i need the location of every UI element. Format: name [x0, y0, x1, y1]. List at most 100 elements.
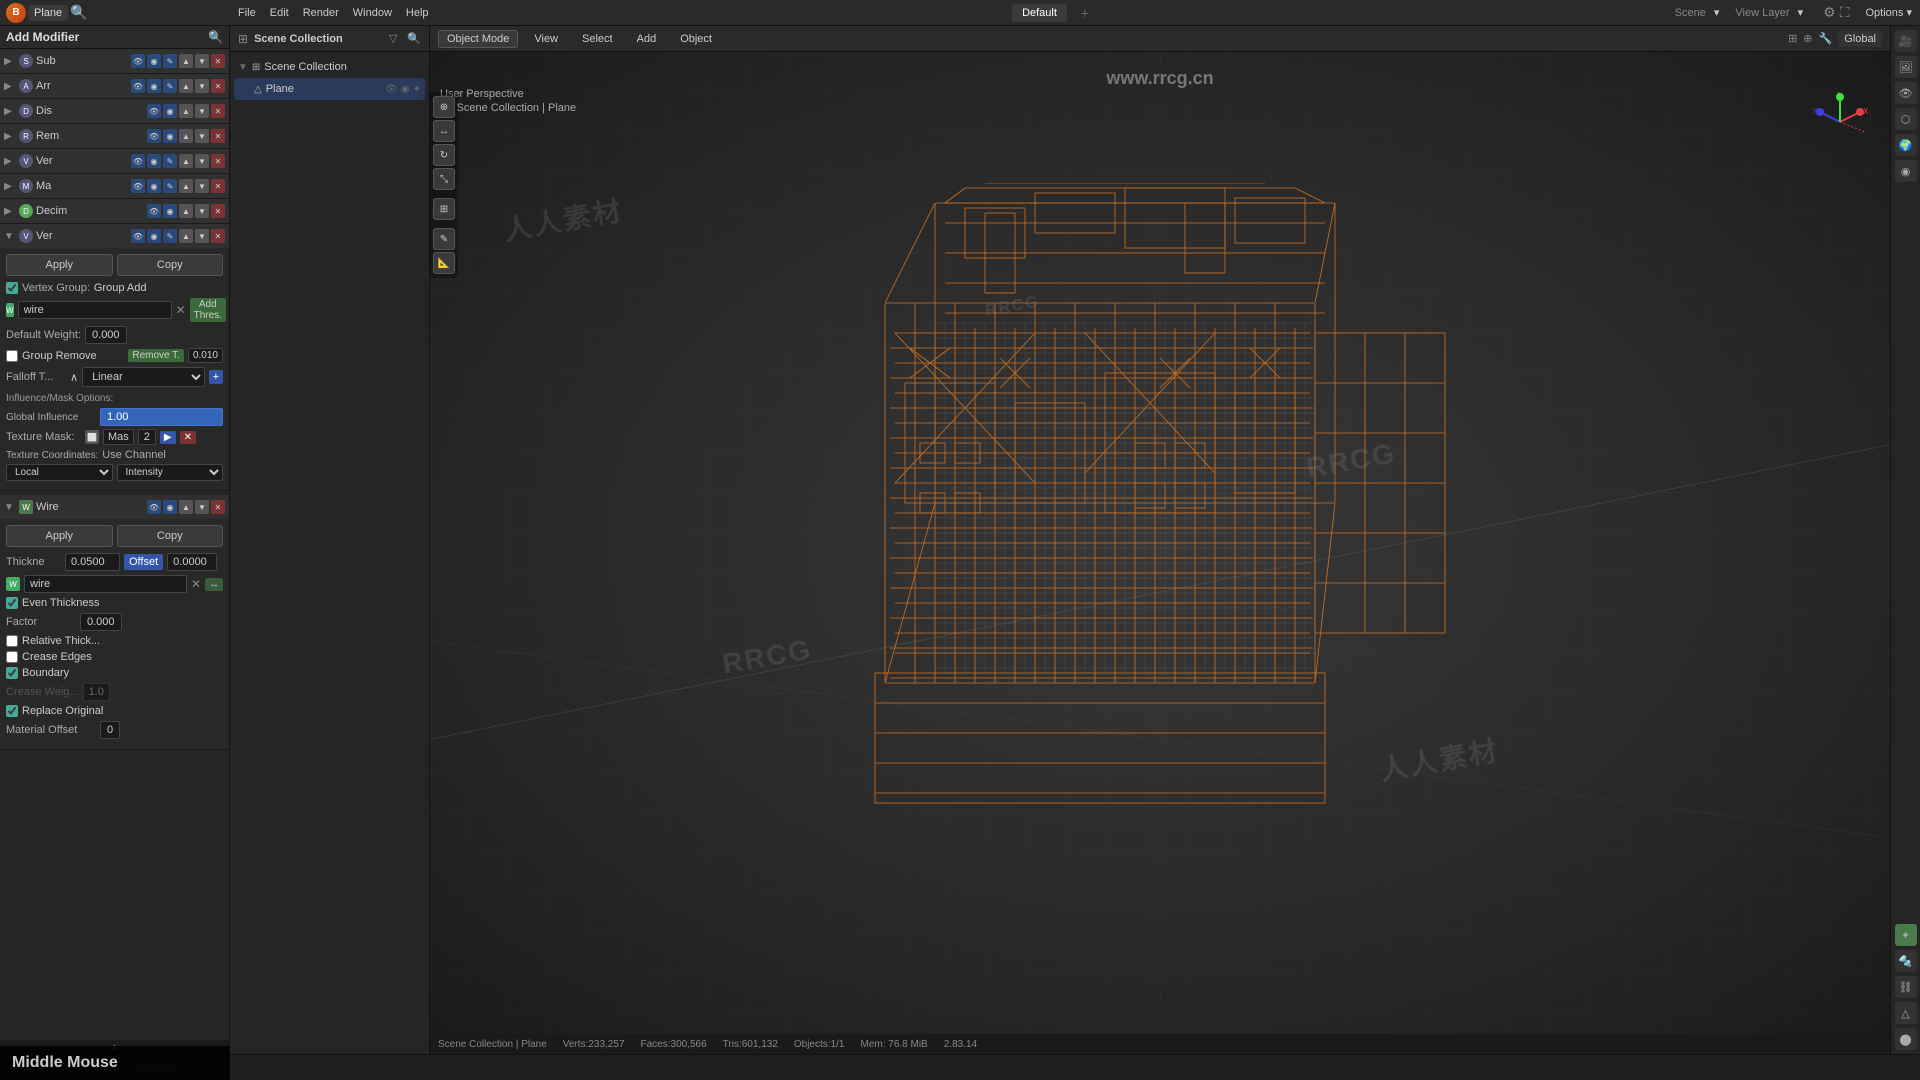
modifier-decim-render-btn[interactable]: ◉ [163, 204, 177, 218]
offset-value[interactable]: 0.0000 [167, 553, 217, 571]
viewport[interactable]: Object Mode View Select Add Object ⊞ ⊕ 🔧… [430, 26, 1890, 1054]
modifier-wire-del-btn[interactable]: ✕ [211, 500, 225, 514]
rpanel-world-btn[interactable]: 🌍 [1895, 134, 1917, 156]
modifier-rem-del-btn[interactable]: ✕ [211, 129, 225, 143]
viewport-overlay-icon[interactable]: ⊞ [1788, 32, 1797, 45]
rpanel-render-btn[interactable]: 🎥 [1895, 30, 1917, 52]
modifier-ma-del-btn[interactable]: ✕ [211, 179, 225, 193]
object-mode-btn[interactable]: Object Mode [438, 30, 518, 48]
plane-vis-icon[interactable]: 👁 [385, 84, 398, 95]
rpanel-constraints-btn[interactable]: ⛓ [1895, 976, 1917, 998]
menu-help[interactable]: Help [406, 7, 429, 19]
default-weight-value[interactable]: 0.000 [85, 326, 127, 344]
workspace-tab-default[interactable]: Default [1012, 4, 1067, 22]
modifier-ver1-up-btn[interactable]: ▲ [179, 154, 193, 168]
add-menu-btn[interactable]: Add [629, 31, 665, 47]
modifier-dis-del-btn[interactable]: ✕ [211, 104, 225, 118]
wire-remove-btn2[interactable]: ✕ [191, 577, 201, 591]
factor-value[interactable]: 0.000 [80, 613, 122, 631]
modifier-dis-render-btn[interactable]: ◉ [163, 104, 177, 118]
modifier-rem-down-btn[interactable]: ▼ [195, 129, 209, 143]
plane-camera-icon[interactable]: ◉ [401, 84, 410, 95]
menu-edit[interactable]: Edit [270, 7, 289, 19]
tex-local-select[interactable]: Local [6, 464, 113, 481]
scene-browser-filter-icon[interactable]: ▽ [389, 32, 397, 45]
falloff-extra-btn[interactable]: + [209, 370, 223, 384]
modifier-wire-up-btn[interactable]: ▲ [179, 500, 193, 514]
modifier-sub-header[interactable]: ▶ S Sub 👁 ◉ ✎ ▲ ▼ ✕ [0, 49, 229, 73]
rpanel-particles-btn[interactable]: ✦ [1895, 924, 1917, 946]
falloff-type-select[interactable]: Linear [82, 367, 205, 387]
material-offset-value[interactable]: 0 [100, 721, 120, 739]
rpanel-material-btn[interactable]: ⬤ [1895, 1028, 1917, 1050]
modifier-ma-up-btn[interactable]: ▲ [179, 179, 193, 193]
modifier-dis-header[interactable]: ▶ D Dis 👁 ◉ ▲ ▼ ✕ [0, 99, 229, 123]
rpanel-view-btn[interactable]: 👁 [1895, 82, 1917, 104]
texture-mask-clear-btn[interactable]: ✕ [180, 431, 196, 444]
modifier-ver2-header[interactable]: ▼ V Ver 👁 ◉ ✎ ▲ ▼ ✕ [0, 224, 229, 248]
viewport-gizmo-icon[interactable]: ⊕ [1803, 32, 1812, 45]
object-name-display[interactable]: Plane [28, 5, 68, 21]
modifier-sub-down-btn[interactable]: ▼ [195, 54, 209, 68]
modifier-wire-down-btn[interactable]: ▼ [195, 500, 209, 514]
menu-render[interactable]: Render [303, 7, 339, 19]
modifier-ver1-render-btn[interactable]: ◉ [147, 154, 161, 168]
viewport-snap-icon[interactable]: 🔧 [1819, 32, 1833, 45]
modifier-ver1-vis-btn[interactable]: 👁 [131, 154, 145, 168]
wire-remove-btn[interactable]: ✕ [176, 303, 186, 317]
modifier-sub-render-btn[interactable]: ◉ [147, 54, 161, 68]
scene-plane-item[interactable]: △ Plane 👁 ◉ ✦ [234, 78, 425, 100]
texture-mask-browse-btn[interactable]: ▶ [160, 431, 176, 444]
modifier-ver2-edit-btn[interactable]: ✎ [163, 229, 177, 243]
modifier-wire-render-btn[interactable]: ◉ [163, 500, 177, 514]
annotate-tool-btn[interactable]: ✎ [433, 228, 455, 250]
modifier-wire-header[interactable]: ▼ W Wire 👁 ◉ ▲ ▼ ✕ [0, 495, 229, 519]
ver2-copy-btn[interactable]: Copy [117, 254, 224, 276]
thickness-value[interactable]: 0.0500 [65, 553, 120, 571]
add-thres-btn[interactable]: Add Thres. [190, 298, 226, 322]
modifier-decim-down-btn[interactable]: ▼ [195, 204, 209, 218]
modifier-decim-header[interactable]: ▶ D Decim 👁 ◉ ▲ ▼ ✕ [0, 199, 229, 223]
modifier-arr-header[interactable]: ▶ A Arr 👁 ◉ ✎ ▲ ▼ ✕ [0, 74, 229, 98]
modifier-ma-down-btn[interactable]: ▼ [195, 179, 209, 193]
modifier-arr-edit-btn[interactable]: ✎ [163, 79, 177, 93]
modifier-arr-down-btn[interactable]: ▼ [195, 79, 209, 93]
plane-select-icon[interactable]: ✦ [413, 84, 421, 95]
scene-collection-item[interactable]: ▼ ⊞ Scene Collection [234, 56, 425, 78]
wire-name-input[interactable] [18, 301, 172, 319]
modifier-ver1-down-btn[interactable]: ▼ [195, 154, 209, 168]
modifier-ver1-edit-btn[interactable]: ✎ [163, 154, 177, 168]
modifier-ver1-del-btn[interactable]: ✕ [211, 154, 225, 168]
modifier-ma-vis-btn[interactable]: 👁 [131, 179, 145, 193]
wire-apply-btn[interactable]: Apply [6, 525, 113, 547]
modifier-ma-header[interactable]: ▶ M Ma 👁 ◉ ✎ ▲ ▼ ✕ [0, 174, 229, 198]
modifier-decim-up-btn[interactable]: ▲ [179, 204, 193, 218]
modifier-ma-edit-btn[interactable]: ✎ [163, 179, 177, 193]
relative-thick-checkbox[interactable] [6, 635, 18, 647]
modifier-rem-render-btn[interactable]: ◉ [163, 129, 177, 143]
viewport-canvas[interactable]: 人人素材 RRCG RRCG 人人素材 RRCG www.rrcg.cn [430, 52, 1890, 1034]
rpanel-output-btn[interactable]: 🖼 [1895, 56, 1917, 78]
global-influence-bar[interactable]: 1.00 [100, 408, 223, 426]
object-menu-btn[interactable]: Object [672, 31, 720, 47]
group-add-checkbox[interactable] [6, 282, 18, 294]
modifier-ver2-up-btn[interactable]: ▲ [179, 229, 193, 243]
rotate-tool-btn[interactable]: ↻ [433, 144, 455, 166]
modifier-decim-vis-btn[interactable]: 👁 [147, 204, 161, 218]
boundary-checkbox[interactable] [6, 667, 18, 679]
modifier-decim-del-btn[interactable]: ✕ [211, 204, 225, 218]
group-remove-checkbox[interactable] [6, 350, 18, 362]
menu-file[interactable]: File [238, 7, 256, 19]
wire-link-btn[interactable]: ↔ [205, 578, 223, 591]
menu-window[interactable]: Window [353, 7, 392, 19]
transform-tool-btn[interactable]: ⊞ [433, 198, 455, 220]
modifier-rem-header[interactable]: ▶ R Rem 👁 ◉ ▲ ▼ ✕ [0, 124, 229, 148]
modifier-dis-vis-btn[interactable]: 👁 [147, 104, 161, 118]
wire-name-input2[interactable] [24, 575, 187, 593]
modifier-ver2-vis-btn[interactable]: 👁 [131, 229, 145, 243]
modifier-sub-edit-btn[interactable]: ✎ [163, 54, 177, 68]
modifier-search-icon[interactable]: 🔍 [208, 30, 223, 44]
modifier-rem-vis-btn[interactable]: 👁 [147, 129, 161, 143]
modifier-ver2-render-btn[interactable]: ◉ [147, 229, 161, 243]
options-btn[interactable]: Options ▾ [1866, 6, 1913, 19]
